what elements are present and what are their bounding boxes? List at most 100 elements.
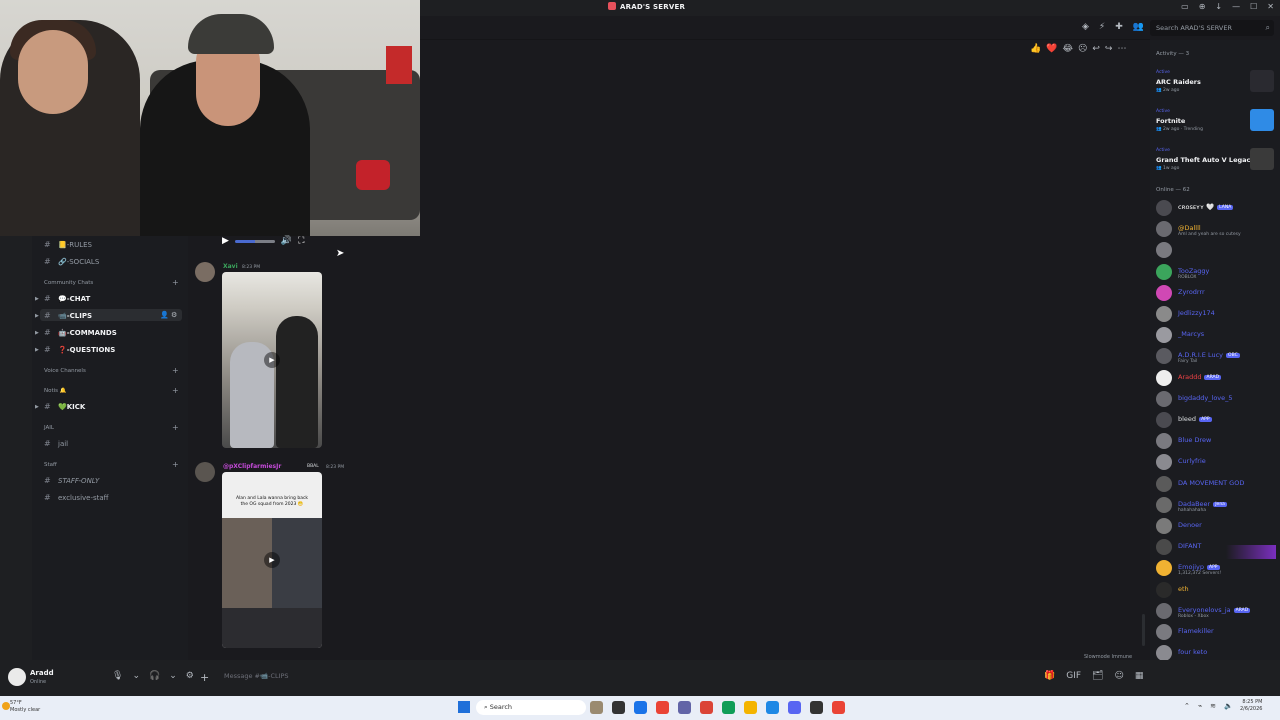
activity-card[interactable]: Active Fortnite 👥 2w ago · Trending: [1156, 109, 1276, 139]
add-reaction-icon[interactable]: ☹: [1078, 44, 1087, 54]
fullscreen-icon[interactable]: ⛶: [298, 236, 304, 246]
taskbar-app-icon[interactable]: [612, 701, 625, 714]
member-row[interactable]: Emojiyp APP 1,312,372 Servers!: [1156, 560, 1276, 578]
taskbar-app-icon[interactable]: [832, 701, 845, 714]
member-row[interactable]: Flamekiller: [1156, 624, 1276, 642]
clock[interactable]: 8:25 PM 2/6/2026: [1240, 699, 1262, 713]
gear-icon[interactable]: ⚙: [171, 311, 177, 319]
add-channel-icon[interactable]: +: [172, 278, 179, 287]
video-attachment[interactable]: Alan and Lala wanna bring back the OG sq…: [222, 472, 322, 648]
avatar[interactable]: [195, 262, 215, 282]
chevron-up-icon[interactable]: ⌃: [1184, 702, 1190, 710]
category-community[interactable]: Community Chats: [44, 280, 93, 286]
category-jail[interactable]: JAIL: [44, 425, 54, 431]
channel-staff-only[interactable]: # STAFF-ONLY: [44, 476, 99, 485]
sticker-icon[interactable]: 🗂: [1092, 671, 1103, 681]
taskbar-app-icon[interactable]: [810, 701, 823, 714]
download-icon[interactable]: ↓: [1215, 2, 1222, 11]
pin-icon[interactable]: ✚: [1115, 22, 1123, 32]
avatar[interactable]: [8, 668, 26, 686]
channel-kick[interactable]: # 💚KICK: [44, 402, 85, 411]
scrollbar[interactable]: [1142, 614, 1145, 646]
minimize-button[interactable]: —: [1232, 2, 1240, 11]
member-row[interactable]: [1156, 242, 1276, 260]
video-attachment[interactable]: ▶: [222, 272, 322, 448]
message-input[interactable]: Message #📹-CLIPS: [224, 672, 289, 680]
microphone-icon[interactable]: 🎙: [112, 671, 123, 681]
reply-icon[interactable]: ↩: [1092, 44, 1100, 54]
thumbs-up-icon[interactable]: 👍: [1030, 44, 1041, 54]
channel-rules[interactable]: # 📒-RULES: [44, 240, 92, 249]
activity-card[interactable]: Active Grand Theft Auto V Legacy 👥 1w ag…: [1156, 148, 1276, 178]
add-channel-icon[interactable]: +: [172, 386, 179, 395]
taskbar-app-icon[interactable]: [722, 701, 735, 714]
message-author[interactable]: Xavi: [223, 263, 238, 270]
member-row[interactable]: DIFANT: [1156, 539, 1276, 557]
taskbar-app-icon[interactable]: [744, 701, 757, 714]
channel-socials[interactable]: # 🔗-SOCIALS: [44, 257, 99, 266]
activity-card[interactable]: Active ARC Raiders 👥 2w ago: [1156, 70, 1276, 100]
member-row[interactable]: bigdaddy_love_5: [1156, 390, 1276, 409]
volume-icon[interactable]: 🔊: [281, 236, 292, 246]
message-author[interactable]: @pXClipfarmiesJr: [223, 463, 281, 470]
weather-widget[interactable]: 57°F Mostly clear: [10, 700, 40, 713]
member-row[interactable]: Araddd ARAD: [1156, 369, 1276, 388]
taskbar-app-icon[interactable]: [766, 701, 779, 714]
member-row[interactable]: DadaBeer Jena hahahahaha: [1156, 496, 1276, 515]
apps-icon[interactable]: ▦: [1135, 671, 1144, 681]
gift-icon[interactable]: 🎁: [1044, 671, 1055, 681]
inbox-icon[interactable]: ▭: [1181, 2, 1189, 11]
threads-icon[interactable]: ◈: [1082, 22, 1089, 32]
gear-icon[interactable]: ⚙: [186, 671, 194, 681]
video-seek-bar[interactable]: [234, 239, 275, 243]
member-row[interactable]: _Marcys: [1156, 327, 1276, 345]
wifi-icon[interactable]: ≋: [1210, 702, 1216, 710]
taskbar-app-icon[interactable]: [590, 701, 603, 714]
member-row[interactable]: Curlyfrie: [1156, 454, 1276, 472]
taskbar-search[interactable]: ⌕ Search: [476, 700, 586, 715]
chevron-down-icon[interactable]: ⌄: [169, 671, 177, 681]
avatar[interactable]: [195, 462, 215, 482]
windows-start-icon[interactable]: [458, 701, 470, 713]
member-row[interactable]: Blue Drew: [1156, 433, 1276, 451]
member-row[interactable]: eth: [1156, 581, 1276, 600]
category-notis[interactable]: Notis 🔔: [44, 388, 67, 394]
member-row[interactable]: ᴄʀᴏsᴇʏʏ 🤍 LANA: [1156, 200, 1276, 218]
add-channel-icon[interactable]: +: [172, 460, 179, 469]
channel-clips[interactable]: # 📹-CLIPS: [44, 311, 92, 320]
taskbar-app-icon[interactable]: [788, 701, 801, 714]
close-button[interactable]: ✕: [1267, 2, 1274, 11]
maximize-button[interactable]: ☐: [1250, 2, 1257, 11]
taskbar-app-icon[interactable]: [656, 701, 669, 714]
laugh-icon[interactable]: 😂: [1062, 44, 1073, 54]
member-row[interactable]: bleed APP: [1156, 412, 1276, 430]
member-row[interactable]: TooZaggy ROBLOX: [1156, 263, 1276, 282]
heart-icon[interactable]: ❤️: [1046, 44, 1057, 54]
help-icon[interactable]: ⊕: [1199, 2, 1206, 11]
category-staff[interactable]: Staff: [44, 462, 57, 468]
invite-icon[interactable]: 👤: [160, 311, 169, 319]
emoji-icon[interactable]: ☺: [1114, 671, 1123, 681]
headphones-icon[interactable]: 🎧: [149, 671, 160, 681]
username[interactable]: Aradd: [30, 669, 54, 677]
gif-icon[interactable]: GIF: [1066, 671, 1081, 681]
play-icon[interactable]: ▶: [222, 236, 229, 246]
attach-button[interactable]: +: [200, 671, 209, 684]
channel-exclusive-staff[interactable]: # exclusive-staff: [44, 493, 109, 502]
channel-chat[interactable]: # 💬-CHAT: [44, 294, 90, 303]
member-row[interactable]: A.D.R.I.E Lucy OBC Fairy Tail: [1156, 348, 1276, 366]
member-row[interactable]: @Dallll Aml and yeah are so cutesy: [1156, 221, 1276, 239]
member-row[interactable]: Zyrodrrr: [1156, 284, 1276, 303]
notifications-icon[interactable]: ⚡: [1099, 22, 1105, 32]
category-voice[interactable]: Voice Channels: [44, 368, 86, 374]
channel-jail[interactable]: # jail: [44, 439, 68, 448]
member-row[interactable]: DA MOVEMENT GOD: [1156, 475, 1276, 494]
member-row[interactable]: Jedlizzy174: [1156, 306, 1276, 324]
play-icon[interactable]: ▶: [264, 352, 280, 368]
add-channel-icon[interactable]: +: [172, 366, 179, 375]
channel-questions[interactable]: # ❓-QUESTIONS: [44, 345, 115, 354]
taskbar-app-icon[interactable]: [634, 701, 647, 714]
play-icon[interactable]: ▶: [264, 552, 280, 568]
member-list-icon[interactable]: 👥: [1133, 22, 1144, 32]
member-row[interactable]: Denoer: [1156, 518, 1276, 536]
